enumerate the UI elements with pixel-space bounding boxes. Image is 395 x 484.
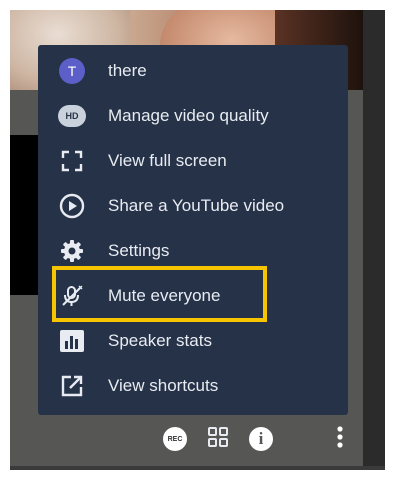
more-options-icon — [336, 425, 344, 454]
play-circle-icon — [58, 192, 86, 220]
gear-icon — [58, 237, 86, 265]
bar-chart-icon — [58, 327, 86, 355]
menu-item-view-shortcuts[interactable]: View shortcuts — [38, 364, 348, 408]
menu-item-label: Settings — [108, 241, 170, 260]
avatar-icon: T — [58, 57, 86, 85]
menu-item-label: Manage video quality — [108, 106, 269, 125]
menu-item-full-screen[interactable]: View full screen — [38, 139, 348, 183]
menu-item-profile[interactable]: T there — [38, 49, 348, 93]
more-options-menu: T there HD Manage video quality View ful… — [38, 45, 348, 415]
tile-view-button[interactable] — [203, 424, 233, 454]
record-button[interactable]: REC — [160, 424, 190, 454]
tile-view-icon — [207, 426, 229, 453]
menu-item-label: Share a YouTube video — [108, 196, 285, 215]
video-letterbox — [10, 135, 40, 295]
frame-bottom-edge — [10, 466, 385, 470]
fullscreen-icon — [58, 147, 86, 175]
record-icon: REC — [163, 427, 187, 451]
menu-item-share-youtube[interactable]: Share a YouTube video — [38, 184, 348, 228]
frame-edge — [363, 10, 385, 468]
menu-item-speaker-stats[interactable]: Speaker stats — [38, 319, 348, 363]
menu-item-label: Speaker stats — [108, 331, 212, 350]
menu-item-label: View shortcuts — [108, 376, 219, 395]
hd-icon: HD — [58, 102, 86, 130]
menu-item-label: View full screen — [108, 151, 227, 170]
hd-badge: HD — [58, 105, 86, 127]
info-button[interactable]: i — [246, 424, 276, 454]
info-icon: i — [249, 427, 273, 451]
more-options-button[interactable] — [330, 424, 350, 454]
avatar: T — [59, 58, 85, 84]
menu-item-video-quality[interactable]: HD Manage video quality — [38, 94, 348, 138]
external-link-icon — [58, 372, 86, 400]
menu-item-label: there — [108, 61, 147, 80]
highlight-box — [52, 266, 267, 322]
